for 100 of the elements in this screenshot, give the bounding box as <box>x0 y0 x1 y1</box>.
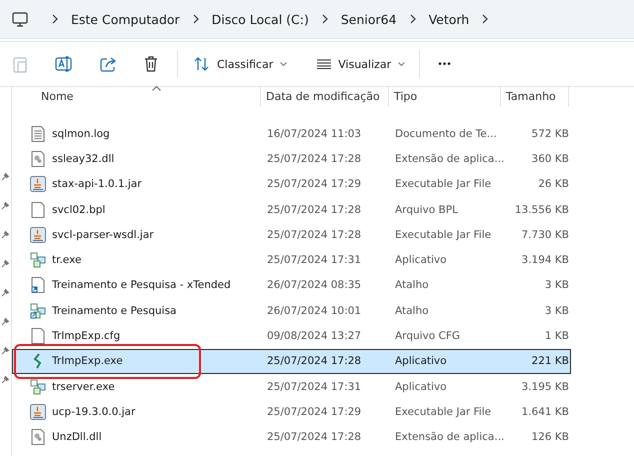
modified-date: 25/07/2024 17:28 <box>266 152 362 165</box>
file-size: 3 KB <box>544 304 570 317</box>
modified-date: 25/07/2024 17:28 <box>266 355 362 368</box>
modified-date: 25/07/2024 17:31 <box>266 380 362 393</box>
pin-icon[interactable] <box>1 230 10 239</box>
column-header[interactable]: Nome <box>12 87 261 107</box>
file-size: 7.730 KB <box>520 228 570 241</box>
modified-date: 26/07/2024 10:01 <box>266 304 362 317</box>
file-name: stax-api-1.0.1.jar <box>52 178 142 190</box>
file-type: Documento de Te... <box>394 128 498 140</box>
file-name: sqlmon.log <box>52 128 110 140</box>
pin-icon[interactable] <box>1 346 10 355</box>
lines-icon <box>317 59 332 69</box>
file-name: UnzDll.dll <box>52 431 102 444</box>
file-type: Executable Jar File <box>394 228 492 241</box>
file-row[interactable]: TrImpExp.cfg 09/08/2024 13:27 Arquivo CFG 1 KB <box>12 323 571 349</box>
app-shortcut-icon <box>30 302 46 319</box>
breadcrumb-item[interactable]: Senior64 <box>340 12 397 26</box>
pin-icon[interactable] <box>1 288 10 297</box>
file-size: 13.556 KB <box>514 204 570 216</box>
gear-file-icon <box>30 429 46 446</box>
chevron-icon[interactable] <box>410 14 416 24</box>
file-type: Aplicativo <box>394 380 448 393</box>
file-type: Extensão de aplica... <box>394 431 502 444</box>
file-name: svcl02.bpl <box>52 204 106 216</box>
column-header[interactable]: Tipo <box>389 87 501 107</box>
computer-icon[interactable] <box>12 12 28 26</box>
modified-date: 25/07/2024 17:29 <box>266 178 362 190</box>
file-row[interactable]: tr.exe 25/07/2024 17:31 Aplicativo 3.194 KB <box>12 247 571 273</box>
file-row[interactable]: svcl02.bpl 25/07/2024 17:28 Arquivo BPL 13.556 KB <box>12 196 571 222</box>
chevron-icon[interactable] <box>52 14 58 24</box>
file-size: 3 KB <box>544 279 570 292</box>
view-button[interactable]: Visualizar <box>309 54 414 74</box>
file-type: Aplicativo <box>394 355 448 368</box>
file-size: 126 KB <box>530 431 570 444</box>
breadcrumb-item[interactable]: Este Computador <box>71 12 180 26</box>
file-name: svcl-parser-wsdl.jar <box>52 228 154 241</box>
file-size: 221 KB <box>530 355 570 368</box>
file-name: TrImpExp.exe <box>52 355 123 368</box>
file-row[interactable]: sqlmon.log 16/07/2024 11:03 Documento de Te... 572 KB <box>12 121 571 146</box>
file-type: Atalho <box>394 279 430 292</box>
trash-icon[interactable] <box>144 56 158 72</box>
modified-date: 25/07/2024 17:29 <box>266 406 362 418</box>
share-icon[interactable] <box>100 56 117 72</box>
breadcrumb-item[interactable]: Vetorh <box>428 12 470 26</box>
file-name: tr.exe <box>52 254 82 266</box>
pin-icon[interactable] <box>1 201 10 210</box>
file-size: 360 KB <box>530 152 570 165</box>
caret-icon <box>280 62 288 66</box>
pin-icon[interactable] <box>1 172 10 181</box>
app-icon <box>30 378 46 395</box>
file-name: trserver.exe <box>52 380 115 393</box>
sort-icon <box>194 57 210 71</box>
file-icon <box>30 202 46 218</box>
file-name: Treinamento e Pesquisa - xTended <box>52 279 231 292</box>
modified-date: 25/07/2024 17:28 <box>266 431 362 444</box>
file-row[interactable]: UnzDll.dll 25/07/2024 17:28 Extensão de aplica... 126 KB <box>12 424 571 450</box>
file-type: Executable Jar File <box>394 178 492 190</box>
file-size: 3.194 KB <box>520 254 570 266</box>
modified-date: 25/07/2024 17:28 <box>266 228 362 241</box>
caret-icon <box>398 62 406 66</box>
chevron-icon[interactable] <box>322 14 328 24</box>
app-icon <box>30 252 46 268</box>
file-name: Treinamento e Pesquisa <box>52 304 176 317</box>
chevron-icon[interactable] <box>482 14 488 24</box>
file-row[interactable]: stax-api-1.0.1.jar 25/07/2024 17:29 Executable Jar File 26 KB <box>12 172 571 197</box>
file-row[interactable]: ucp-19.3.0.0.jar 25/07/2024 17:29 Executable Jar File 1.641 KB <box>12 399 571 425</box>
more-button[interactable]: ••• <box>428 54 462 74</box>
file-row[interactable]: Treinamento e Pesquisa 26/07/2024 10:01 Atalho 3 KB <box>12 298 571 324</box>
file-size: 572 KB <box>530 128 570 140</box>
rename-icon[interactable] <box>55 56 73 72</box>
modified-date: 25/07/2024 17:28 <box>266 204 362 216</box>
breadcrumb-item[interactable]: Disco Local (C:) <box>212 12 309 26</box>
file-type: Aplicativo <box>394 254 448 266</box>
java-file-icon <box>30 176 46 192</box>
shortcut-file-icon <box>30 277 46 294</box>
pin-icon[interactable] <box>1 375 10 384</box>
file-row[interactable]: trserver.exe 25/07/2024 17:31 Aplicativo 3.195 KB <box>12 374 571 400</box>
pin-icon[interactable] <box>1 259 10 268</box>
sort-button[interactable]: Classificar <box>186 53 296 75</box>
file-type: Executable Jar File <box>394 406 492 418</box>
file-type: Extensão de aplica... <box>394 152 502 165</box>
java-file-icon <box>30 226 46 243</box>
file-name: ucp-19.3.0.0.jar <box>52 406 136 418</box>
modified-date: 09/08/2024 13:27 <box>266 330 362 342</box>
file-icon <box>30 328 46 344</box>
column-header[interactable]: Tamanho <box>501 87 569 107</box>
modified-date: 16/07/2024 11:03 <box>266 128 362 140</box>
pin-icon[interactable] <box>1 317 10 326</box>
file-size: 1 KB <box>544 330 570 342</box>
chevron-icon[interactable] <box>192 14 199 24</box>
modified-date: 25/07/2024 17:31 <box>266 254 362 266</box>
modified-date: 26/07/2024 08:35 <box>266 279 362 292</box>
column-header[interactable]: Data de modificação <box>261 87 389 107</box>
file-row[interactable]: Treinamento e Pesquisa - xTended 26/07/2024 08:35 Atalho 3 KB <box>12 272 571 298</box>
file-row[interactable]: svcl-parser-wsdl.jar 25/07/2024 17:28 Executable Jar File 7.730 KB <box>12 222 571 248</box>
file-size: 1.641 KB <box>520 406 570 418</box>
file-row[interactable]: ssleay32.dll 25/07/2024 17:28 Extensão de aplica... 360 KB <box>12 146 571 172</box>
file-name: TrImpExp.cfg <box>52 330 120 342</box>
file-type: Arquivo BPL <box>394 204 459 216</box>
